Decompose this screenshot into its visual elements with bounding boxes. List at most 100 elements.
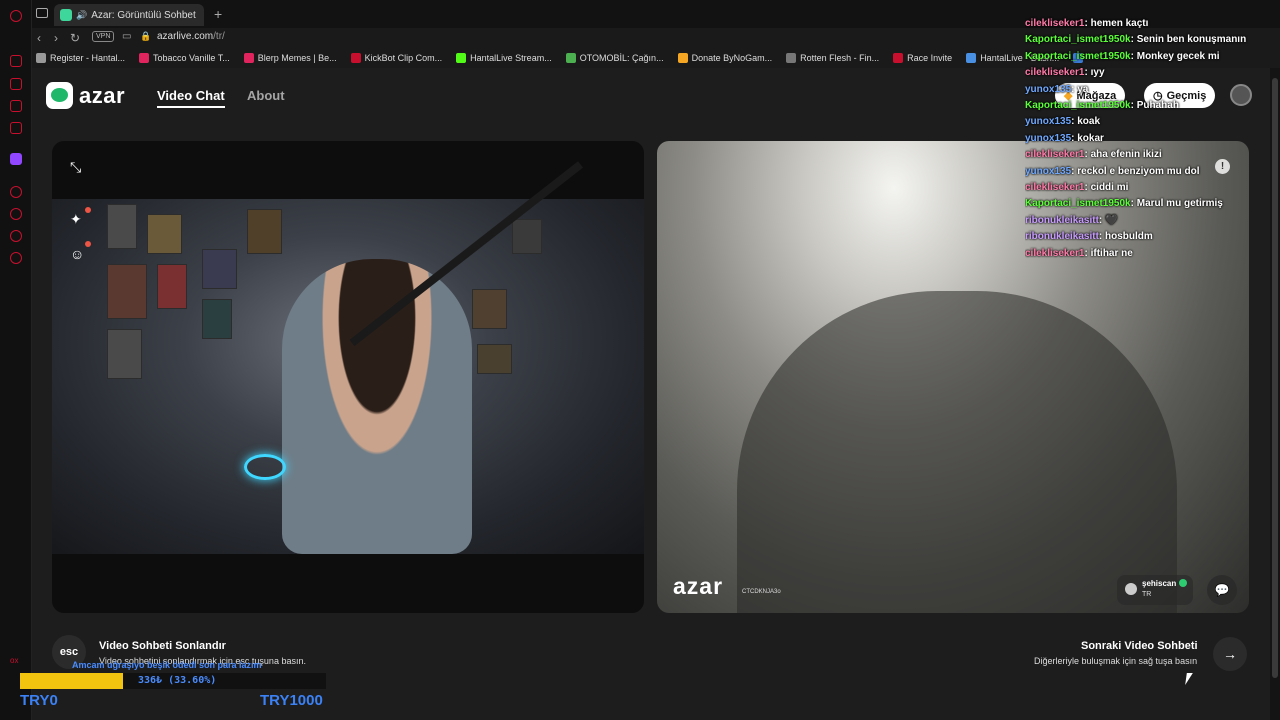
goal-max-label: TRY1000 <box>260 692 323 709</box>
chat-message: yunox135: kokar <box>1025 132 1104 144</box>
chat-text: Senin ben konuşmanın <box>1136 34 1247 46</box>
partner-country: TR <box>1142 591 1152 598</box>
chat-text: hemen kaçtı <box>1090 18 1149 29</box>
reload-icon[interactable]: ↻ <box>70 31 80 45</box>
player-icon[interactable] <box>10 186 22 198</box>
bookmark-label: HantalLive Stream... <box>470 53 552 63</box>
speaker-icon[interactable]: 🔊 <box>76 10 87 21</box>
aria-icon[interactable] <box>10 55 22 67</box>
chat-message: Kaportaci_ismet1950k: Marul mu getirmiş <box>1025 198 1223 210</box>
bookmark-favicon-icon <box>786 53 797 63</box>
tab-title: Azar: Görüntülü Sohbet <box>91 9 196 21</box>
chat-username: cilekliseker1 <box>1025 182 1085 194</box>
chat-username: Kaportaci_ismet1950k <box>1025 50 1131 62</box>
bookmark-label: Race Invite <box>907 53 953 63</box>
azar-logo-icon <box>46 82 73 109</box>
bookmark-label: OTOMOBİL: Çağın... <box>579 53 664 63</box>
bookmark-favicon-icon <box>456 53 467 63</box>
bookmark-item[interactable]: Rotten Flesh - Fin... <box>786 53 879 63</box>
verified-icon <box>1179 579 1187 587</box>
twitch-icon[interactable] <box>10 153 22 165</box>
bookmark-favicon-icon <box>893 53 904 63</box>
next-chat-button[interactable]: → <box>1213 637 1247 671</box>
chat-username: ribonukleikasitt <box>1025 231 1099 243</box>
messenger-icon[interactable] <box>10 78 22 90</box>
chat-username: Kaportaci_ismet1950k <box>1025 100 1131 112</box>
bookmark-favicon-icon <box>565 53 576 63</box>
tab-overview-icon[interactable] <box>36 8 48 18</box>
bookmark-favicon-icon <box>677 53 688 63</box>
face-effect-icon[interactable]: ☺ <box>70 246 84 262</box>
donation-goal-fill <box>20 673 123 689</box>
settings-icon[interactable] <box>10 252 22 264</box>
bookmark-item[interactable]: Register - Hantal... <box>36 53 125 63</box>
vpn-badge[interactable]: VPN <box>92 31 115 42</box>
collapse-icon[interactable]: ⤡ <box>70 159 81 176</box>
chat-username: yunox135 <box>1025 132 1072 144</box>
goal-min-label: TRY0 <box>20 692 58 709</box>
bookmark-item[interactable]: KickBot Clip Com... <box>350 53 443 63</box>
camera-icon[interactable]: ▭ <box>122 31 131 42</box>
chat-text: Monkey gecek mi <box>1136 50 1220 62</box>
browser-sidebar <box>0 0 32 720</box>
bookmark-favicon-icon <box>966 53 977 63</box>
partner-user-chip[interactable]: şehiscan TR <box>1117 575 1193 605</box>
forward-icon[interactable]: › <box>54 31 58 45</box>
chat-message: ribonukleikasitt: 🖤 <box>1025 214 1118 226</box>
bookmark-item[interactable]: OTOMOBİL: Çağın... <box>565 53 664 63</box>
donation-goal-progress: 336₺ (33.60%) <box>138 675 217 686</box>
chat-text: kokar <box>1077 132 1104 144</box>
chat-text: hosbuldm <box>1105 231 1153 243</box>
next-chat-title: Sonraki Video Sohbeti <box>1081 640 1198 652</box>
bookmark-item[interactable]: HantalLive Stream... <box>456 53 552 63</box>
chat-message: cilekliseker1: hemen kaçtı <box>1025 18 1149 29</box>
chat-message: Kaportaci_ismet1950k: Puhahah <box>1025 100 1179 112</box>
opera-logo-icon[interactable] <box>10 10 22 22</box>
chat-username: ribonukleikasitt <box>1025 214 1099 226</box>
back-icon[interactable]: ‹ <box>37 31 41 45</box>
bookmark-favicon-icon <box>36 53 46 63</box>
partner-camera-feed <box>737 291 1177 613</box>
bookmark-item[interactable]: Tobacco Vanille T... <box>139 53 230 63</box>
partner-username: şehiscan <box>1142 579 1177 588</box>
chat-username: cilekliseker1 <box>1025 18 1085 29</box>
logo-text: azar <box>79 82 126 108</box>
url-host: azarlive.com <box>157 31 214 42</box>
bookmark-label: Donate ByNoGam... <box>691 53 773 63</box>
news-icon[interactable] <box>10 100 22 112</box>
chat-message: cilekliseker1: ıyy <box>1025 67 1105 79</box>
partner-avatar <box>1125 583 1137 595</box>
azar-logo[interactable]: azar <box>46 82 125 109</box>
chat-username: Kaportaci_ismet1950k <box>1025 198 1131 210</box>
chat-text: ya <box>1077 83 1089 95</box>
url-field[interactable]: azarlive.com/tr/ <box>157 31 225 42</box>
new-tab-icon[interactable]: + <box>214 6 222 22</box>
message-icon[interactable]: 💬 <box>1207 575 1237 605</box>
chat-username: cilekliseker1 <box>1025 149 1085 161</box>
lock-icon[interactable]: 🔒 <box>140 31 151 42</box>
nav-video-chat[interactable]: Video Chat <box>157 88 225 108</box>
bookmark-item[interactable]: Race Invite <box>893 53 952 63</box>
bookmark-label: KickBot Clip Com... <box>364 53 443 63</box>
chat-message: Kaportaci_ismet1950k: Senin ben konuşman… <box>1025 34 1247 46</box>
chat-text: 🖤 <box>1105 214 1118 226</box>
chat-username: cilekliseker1 <box>1025 247 1085 259</box>
extensions-icon[interactable] <box>10 230 22 242</box>
chat-message: yunox135: ya <box>1025 83 1089 95</box>
chat-message: cilekliseker1: ciddi mi <box>1025 182 1129 194</box>
bookmark-icon[interactable] <box>10 122 22 134</box>
bookmark-label: Tobacco Vanille T... <box>153 53 230 63</box>
bookmark-item[interactable]: Blerp Memes | Be... <box>243 53 337 63</box>
chat-message: yunox135: koak <box>1025 116 1101 128</box>
chat-text: reckol e benziyom mu dol <box>1077 165 1200 177</box>
chat-text: koak <box>1077 116 1101 128</box>
bookmark-label: Rotten Flesh - Fin... <box>800 53 880 63</box>
history-icon[interactable] <box>10 208 22 220</box>
chat-message: ribonukleikasitt: hosbuldm <box>1025 231 1153 243</box>
nav-about[interactable]: About <box>247 88 285 103</box>
beauty-filter-icon[interactable]: ✦ <box>70 211 82 228</box>
arrow-right-icon: → <box>1223 646 1237 662</box>
bookmark-label: Register - Hantal... <box>50 53 126 63</box>
bookmark-item[interactable]: Donate ByNoGam... <box>677 53 773 63</box>
active-tab[interactable]: 🔊 Azar: Görüntülü Sohbet <box>54 4 204 26</box>
